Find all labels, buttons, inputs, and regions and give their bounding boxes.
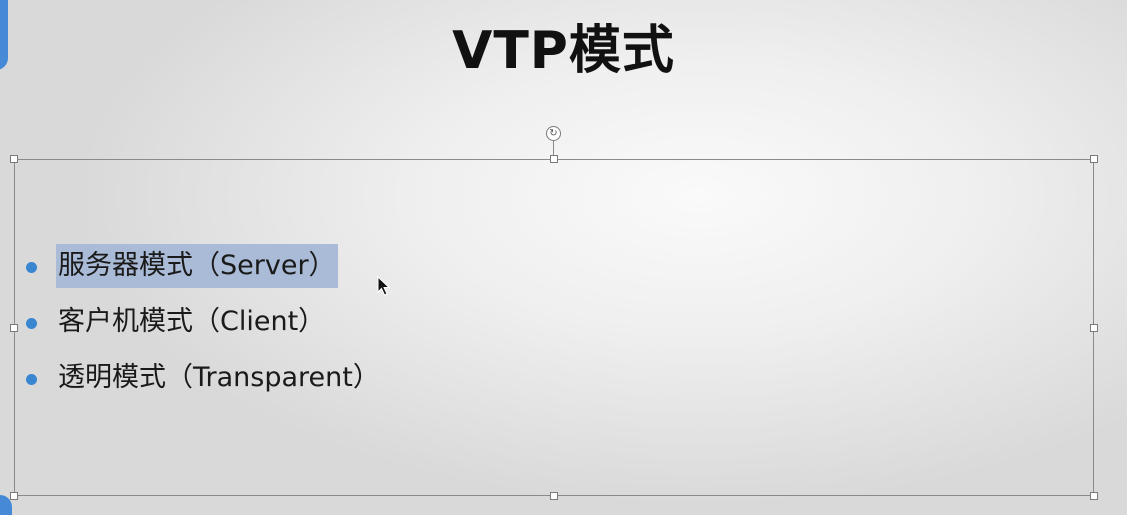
resize-handle-bottom-right[interactable] [1090, 492, 1098, 500]
slide-canvas[interactable]: VTP模式 ↻ 服务器模式（Server） 客户机模式（Client） 透明模式… [0, 0, 1127, 515]
mouse-pointer-icon [377, 276, 391, 296]
bullet-text-server[interactable]: 服务器模式（Server） [56, 244, 338, 288]
resize-handle-top-center[interactable] [550, 155, 558, 163]
resize-handle-top-right[interactable] [1090, 155, 1098, 163]
slide-title[interactable]: VTP模式 [0, 8, 1127, 83]
bullet-dot-icon [26, 262, 37, 273]
bullet-item-transparent[interactable]: 透明模式（Transparent） [26, 362, 382, 420]
resize-handle-bottom-center[interactable] [550, 492, 558, 500]
bullet-text-transparent[interactable]: 透明模式（Transparent） [56, 356, 382, 400]
resize-handle-top-left[interactable] [10, 155, 18, 163]
bullet-text-client[interactable]: 客户机模式（Client） [56, 300, 327, 344]
resize-handle-bottom-left[interactable] [10, 492, 18, 500]
bullet-dot-icon [26, 374, 37, 385]
rotate-icon[interactable]: ↻ [546, 126, 561, 141]
rotate-handle-stem [553, 141, 554, 155]
resize-handle-middle-left[interactable] [10, 324, 18, 332]
bullet-list: 服务器模式（Server） 客户机模式（Client） 透明模式（Transpa… [26, 244, 382, 420]
bullet-dot-icon [26, 318, 37, 329]
resize-handle-middle-right[interactable] [1090, 324, 1098, 332]
